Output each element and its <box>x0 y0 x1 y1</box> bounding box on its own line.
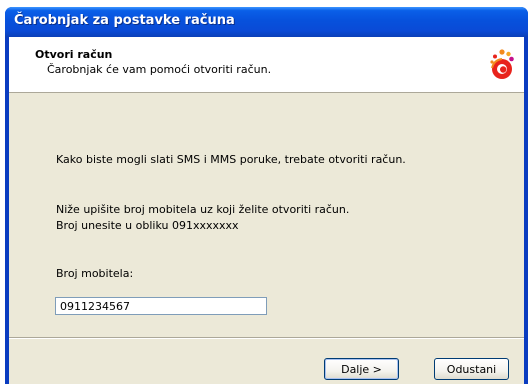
step-subtitle: Čarobnjak će vam pomoći otvoriti račun. <box>47 63 272 76</box>
phone-number-input[interactable] <box>55 297 267 315</box>
intro-text: Kako biste mogli slati SMS i MMS poruke,… <box>56 153 406 166</box>
footer-separator <box>9 337 524 339</box>
operator-logo-icon <box>490 49 514 79</box>
wizard-header: Otvori račun Čarobnjak će vam pomoći otv… <box>9 37 524 93</box>
wizard-window: Čarobnjak za postavke računa Otvori raču… <box>5 7 528 384</box>
next-button[interactable]: Dalje > <box>324 358 399 380</box>
wizard-body: Otvori račun Čarobnjak će vam pomoći otv… <box>9 37 524 384</box>
phone-label: Broj mobitela: <box>56 267 134 280</box>
cancel-button[interactable]: Odustani <box>434 358 509 380</box>
title-bar[interactable]: Čarobnjak za postavke računa <box>5 7 528 37</box>
format-hint-text: Broj unesite u obliku 091xxxxxxx <box>56 219 239 232</box>
instruction-text: Niže upišite broj mobitela uz koji želit… <box>56 203 350 216</box>
window-title: Čarobnjak za postavke računa <box>14 13 235 28</box>
step-title: Otvori račun <box>35 48 113 61</box>
